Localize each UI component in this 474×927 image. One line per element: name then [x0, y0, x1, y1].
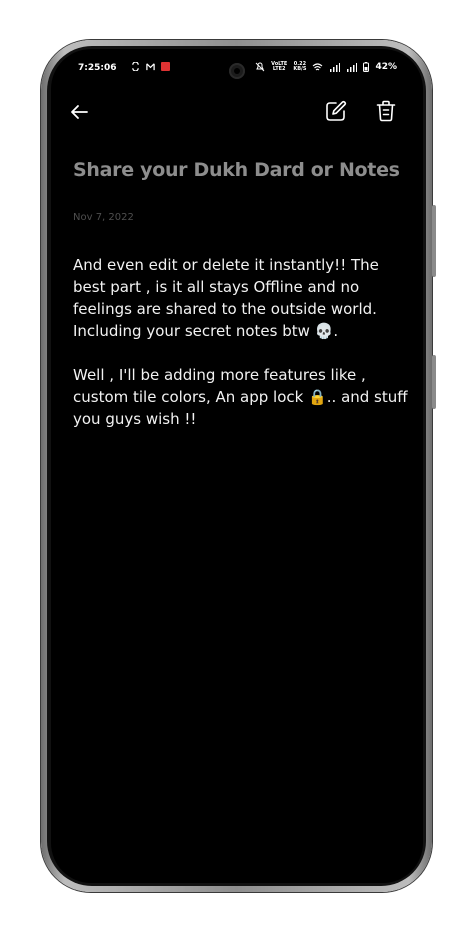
trash-icon	[376, 100, 396, 122]
note-body[interactable]: And even edit or delete it instantly!! T…	[73, 254, 408, 452]
back-button[interactable]	[64, 97, 94, 127]
battery-icon	[363, 62, 370, 72]
status-bar: 7:25:06 VoLTE LTE2 0.22 KB/S 42%	[51, 59, 423, 79]
gmail-icon	[146, 63, 155, 71]
sync-icon	[132, 62, 139, 71]
lte-label: LTE2	[272, 66, 286, 72]
pencil-edit-icon	[326, 100, 347, 121]
battery-percent: 42%	[375, 62, 397, 72]
edit-button[interactable]	[321, 96, 351, 126]
volte-indicator: VoLTE LTE2	[271, 62, 287, 72]
screen: 7:25:06 VoLTE LTE2 0.22 KB/S 42% Share y…	[51, 49, 423, 883]
mute-bell-icon	[255, 62, 265, 72]
power-button	[432, 355, 436, 409]
note-paragraph-1: And even edit or delete it instantly!! T…	[73, 256, 379, 340]
system-status-icons: VoLTE LTE2 0.22 KB/S 42%	[255, 62, 397, 72]
network-speed: 0.22 KB/S	[293, 62, 306, 72]
volume-button	[432, 205, 436, 277]
network-speed-unit: KB/S	[293, 66, 307, 72]
note-date: Nov 7, 2022	[73, 212, 134, 223]
recorder-icon	[161, 62, 170, 71]
front-camera	[229, 63, 245, 79]
delete-button[interactable]	[371, 96, 401, 126]
wifi-icon	[313, 62, 323, 70]
status-time: 7:25:06	[78, 63, 117, 73]
notification-icons	[131, 62, 170, 71]
signal-icon-sim1	[330, 62, 341, 72]
signal-icon-sim2	[347, 62, 358, 72]
note-title[interactable]: Share your Dukh Dard or Notes	[73, 159, 403, 181]
note-paragraph-2: Well , I'll be adding more features like…	[73, 366, 408, 428]
arrow-left-icon	[71, 105, 88, 119]
